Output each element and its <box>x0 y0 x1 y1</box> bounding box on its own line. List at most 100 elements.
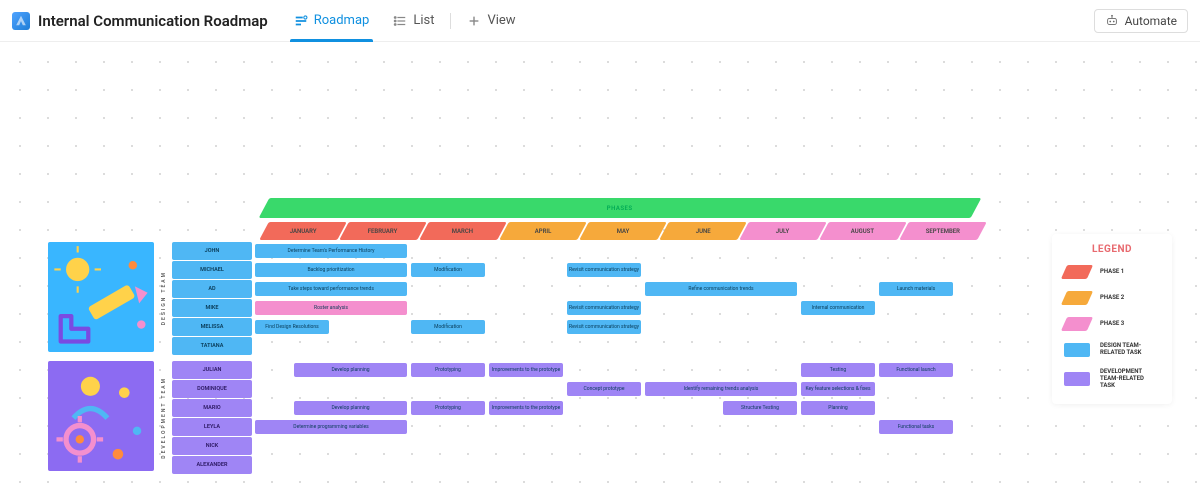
task-bar[interactable]: Modification <box>411 263 485 277</box>
app-icon <box>12 12 30 30</box>
legend-row-phase1: PHASE 1 <box>1064 265 1160 279</box>
design-group: DESIGN TEAM JOHNDetermine Team's Perform… <box>48 242 978 355</box>
task-bar[interactable]: Structure Testing <box>723 401 797 415</box>
task-track <box>253 337 957 355</box>
task-bar[interactable]: Testing <box>801 363 875 377</box>
task-bar[interactable]: Improvements to the prototype <box>489 401 563 415</box>
table-row: JOHNDetermine Team's Performance History <box>172 242 957 260</box>
list-icon <box>393 14 407 28</box>
task-track: Find Design Resolutions Modification Revis… <box>253 318 957 336</box>
task-bar[interactable]: Internal communication <box>801 301 875 315</box>
task-bar[interactable]: Key feature selections & fixes <box>801 382 875 396</box>
legend-swatch-design <box>1064 343 1090 357</box>
task-bar[interactable]: Modification <box>411 320 485 334</box>
table-row: TATIANA <box>172 337 957 355</box>
month-header: MAY <box>579 222 667 240</box>
table-row: JULIAN Develop planning Prototyping Improve… <box>172 361 957 379</box>
design-team-image <box>48 242 154 352</box>
dev-group: DEVELOPMENT TEAM JULIAN Develop planning P… <box>48 361 978 474</box>
month-header: APRIL <box>499 222 587 240</box>
tab-divider <box>450 13 451 29</box>
month-header: MARCH <box>419 222 507 240</box>
person-name-cell: TATIANA <box>172 337 252 355</box>
task-bar[interactable]: Launch materials <box>879 282 953 296</box>
task-bar[interactable]: Refine communication trends <box>645 282 797 296</box>
legend-row-design: DESIGN TEAM-RELATED TASK <box>1064 343 1160 357</box>
person-name-cell: AD <box>172 280 252 298</box>
legend-label-phase3: PHASE 3 <box>1100 321 1124 328</box>
task-track: Determine programming variables Functiona… <box>253 418 957 436</box>
table-row: ADTake steps toward performance trends Re… <box>172 280 957 298</box>
task-bar[interactable]: Identify remaining trends analysis <box>645 382 797 396</box>
page-title: Internal Communication Roadmap <box>38 12 268 30</box>
task-bar[interactable]: Find Design Resolutions <box>255 320 329 334</box>
tab-roadmap[interactable]: Roadmap <box>282 0 382 42</box>
phases-band-label: PHASES <box>607 205 633 212</box>
task-track: Concept prototype Identify remaining tren… <box>253 380 957 398</box>
month-header: AUGUST <box>819 222 907 240</box>
task-bar[interactable]: Develop planning <box>294 401 407 415</box>
roadmap-icon <box>294 14 308 28</box>
table-row: MELISSAFind Design Resolutions Modificati… <box>172 318 957 336</box>
task-bar[interactable]: Prototyping <box>411 401 485 415</box>
robot-icon <box>1105 14 1119 28</box>
view-tabs: Roadmap List View <box>282 0 528 42</box>
tab-add-view[interactable]: View <box>455 0 527 42</box>
header-bar: Internal Communication Roadmap Roadmap L… <box>0 0 1200 42</box>
task-bar[interactable]: Backlog prioritization <box>255 263 407 277</box>
person-name-cell: MIKE <box>172 299 252 317</box>
tab-list[interactable]: List <box>381 0 446 42</box>
table-row: MIKERoster analysis Revisit communication… <box>172 299 957 317</box>
automate-label: Automate <box>1125 14 1177 28</box>
person-name-cell: MELISSA <box>172 318 252 336</box>
tab-list-label: List <box>413 13 434 28</box>
design-rows: JOHNDetermine Team's Performance History… <box>172 242 957 355</box>
table-row: LEYLADetermine programming variables Func… <box>172 418 957 436</box>
legend-card: LEGEND PHASE 1 PHASE 2 PHASE 3 DESIGN TE… <box>1052 234 1172 404</box>
task-bar[interactable]: Determine Team's Performance History <box>255 244 407 258</box>
legend-swatch-phase3 <box>1061 317 1093 331</box>
person-name-cell: JOHN <box>172 242 252 260</box>
task-bar[interactable]: Improvements to the prototype <box>489 363 563 377</box>
task-bar[interactable]: Develop planning <box>294 363 407 377</box>
task-bar[interactable]: Functional launch <box>879 363 953 377</box>
month-header: JULY <box>739 222 827 240</box>
legend-label-dev: DEVELOPMENT TEAM-RELATED TASK <box>1100 369 1160 390</box>
task-bar[interactable]: Determine programming variables <box>255 420 407 434</box>
legend-title: LEGEND <box>1064 244 1160 255</box>
months-row: JANUARYFEBRUARYMARCHAPRILMAYJUNEJULYAUGU… <box>264 222 978 240</box>
person-name-cell: JULIAN <box>172 361 252 379</box>
task-track <box>253 456 957 474</box>
legend-row-dev: DEVELOPMENT TEAM-RELATED TASK <box>1064 369 1160 390</box>
tab-roadmap-label: Roadmap <box>314 13 370 28</box>
legend-row-phase3: PHASE 3 <box>1064 317 1160 331</box>
task-track: Develop planning Prototyping Improvements … <box>253 361 957 379</box>
legend-swatch-phase2 <box>1061 291 1093 305</box>
person-name-cell: LEYLA <box>172 418 252 436</box>
legend-swatch-phase1 <box>1061 265 1093 279</box>
legend-label-phase1: PHASE 1 <box>1100 269 1124 276</box>
table-row: NICK <box>172 437 957 455</box>
whiteboard-canvas[interactable]: PHASES JANUARYFEBRUARYMARCHAPRILMAYJUNEJ… <box>0 42 1200 502</box>
roadmap-panel: PHASES JANUARYFEBRUARYMARCHAPRILMAYJUNEJ… <box>48 198 978 474</box>
task-bar[interactable]: Roster analysis <box>255 301 407 315</box>
task-bar[interactable]: Revisit communication strategy <box>567 301 641 315</box>
task-bar[interactable]: Revisit communication strategy <box>567 320 641 334</box>
design-team-sidelabel: DESIGN TEAM <box>156 242 172 355</box>
person-name-cell: DOMINIQUE <box>172 380 252 398</box>
task-bar[interactable]: Functional tasks <box>879 420 953 434</box>
person-name-cell: MICHAEL <box>172 261 252 279</box>
tab-view-label: View <box>487 13 515 28</box>
phases-band: PHASES <box>259 198 982 218</box>
task-bar[interactable]: Take steps toward performance trends <box>255 282 407 296</box>
month-header: JUNE <box>659 222 747 240</box>
automate-button[interactable]: Automate <box>1094 9 1188 33</box>
task-bar[interactable]: Prototyping <box>411 363 485 377</box>
dev-team-sidelabel: DEVELOPMENT TEAM <box>156 361 172 474</box>
legend-label-design: DESIGN TEAM-RELATED TASK <box>1100 343 1160 357</box>
task-bar[interactable]: Concept prototype <box>567 382 641 396</box>
task-bar[interactable]: Revisit communication strategy <box>567 263 641 277</box>
month-header: SEPTEMBER <box>899 222 987 240</box>
task-bar[interactable]: Planning <box>801 401 875 415</box>
task-track: Roster analysis Revisit communication str… <box>253 299 957 317</box>
